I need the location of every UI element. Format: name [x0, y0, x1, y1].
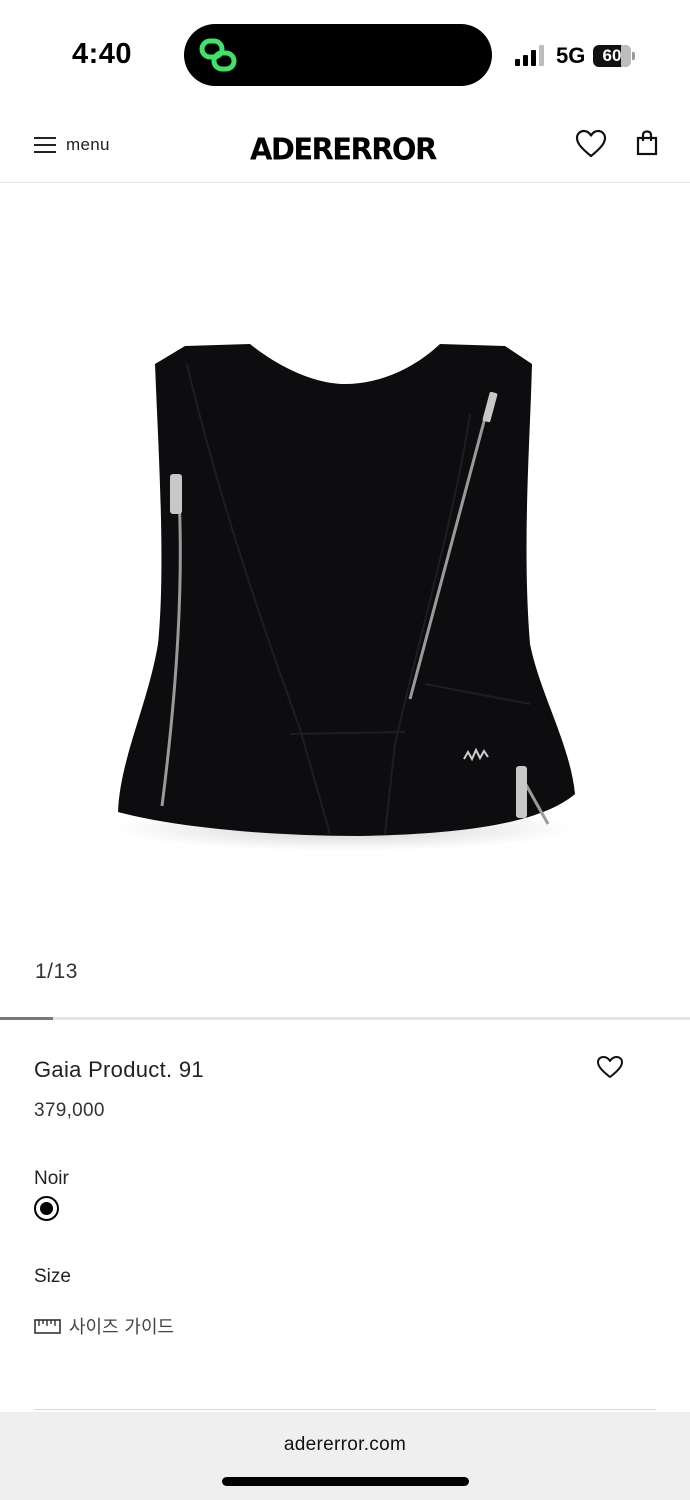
size-label: Size [34, 1266, 71, 1287]
cellular-signal-icon [515, 45, 544, 66]
product-price: 379,000 [34, 1100, 105, 1121]
dynamic-island [184, 24, 492, 86]
site-header: menu ADERERROR [0, 110, 690, 183]
gallery-counter: 1/13 [35, 960, 78, 983]
gallery-progress [0, 1017, 690, 1020]
product-name: Gaia Product. 91 [34, 1057, 204, 1082]
brand-logo[interactable]: ADERERROR [250, 131, 437, 167]
link-rings-icon [199, 38, 237, 72]
hamburger-icon [34, 137, 56, 153]
menu-label: menu [66, 135, 110, 154]
network-type: 5G [556, 43, 586, 68]
ruler-icon [34, 1319, 61, 1334]
divider [34, 1409, 656, 1410]
product-image[interactable] [0, 184, 690, 944]
gallery-progress-fill [0, 1017, 54, 1020]
battery-level: 60 [602, 46, 622, 65]
home-indicator[interactable] [222, 1477, 469, 1486]
url-text[interactable]: adererror.com [0, 1434, 690, 1456]
shopping-bag-icon[interactable] [636, 130, 658, 156]
size-guide-link[interactable]: 사이즈 가이드 [34, 1313, 174, 1339]
color-label: Noir [34, 1168, 69, 1189]
size-guide-label: 사이즈 가이드 [69, 1317, 175, 1338]
status-time: 4:40 [72, 38, 133, 70]
status-bar: 4:40 5G 60 [0, 0, 690, 110]
heart-icon[interactable] [575, 129, 607, 159]
menu-button[interactable]: menu [34, 132, 110, 158]
browser-address-bar[interactable]: adererror.com [0, 1412, 690, 1500]
color-swatch-noir[interactable] [34, 1196, 59, 1221]
heart-icon[interactable] [596, 1055, 624, 1079]
battery-icon: 60 [593, 45, 635, 67]
